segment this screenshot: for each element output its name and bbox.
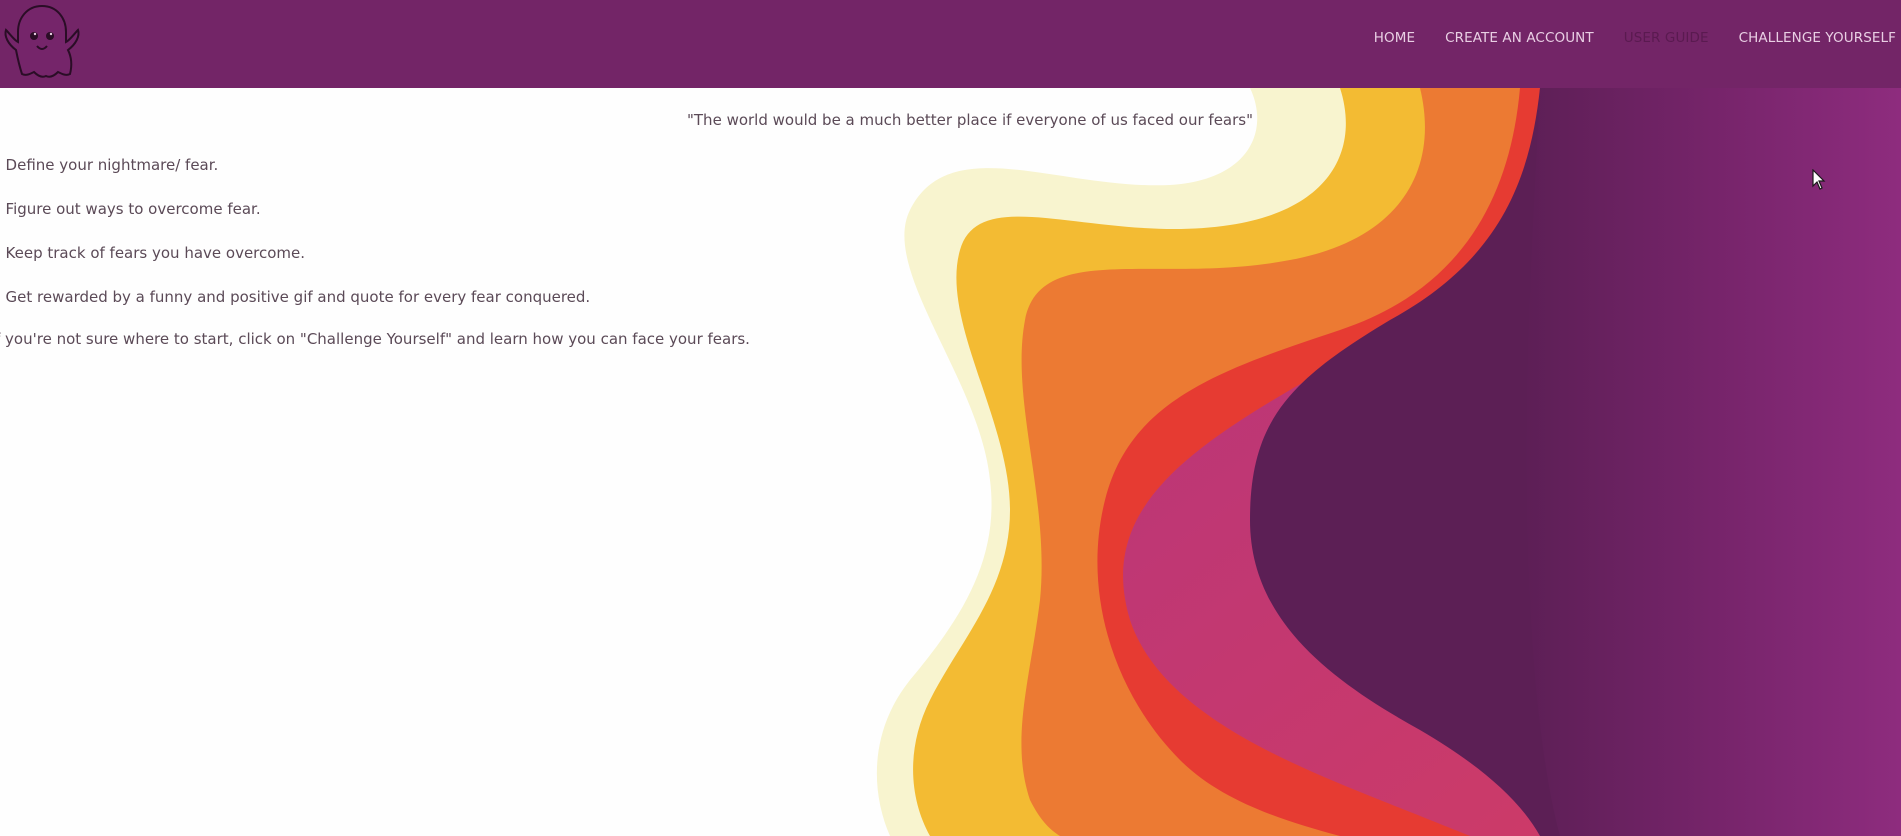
nav-links: HOME CREATE AN ACCOUNT USER GUIDE CHALLE…	[1359, 30, 1901, 50]
fear-quote: "The world would be a much better place …	[687, 111, 1253, 129]
mouse-cursor-icon	[1812, 169, 1826, 190]
step-item: . Get rewarded by a funny and positive g…	[0, 288, 591, 306]
step-item: . Keep track of fears you have overcome.	[0, 244, 306, 262]
top-navbar: HOME CREATE AN ACCOUNT USER GUIDE CHALLE…	[0, 0, 1901, 88]
nav-home-link[interactable]: HOME	[1359, 30, 1430, 50]
nav-user-guide-link[interactable]: USER GUIDE	[1609, 30, 1724, 50]
getting-started-text: f you're not sure where to start, click …	[0, 330, 750, 348]
ghost-logo-icon[interactable]	[0, 0, 84, 82]
page: HOME CREATE AN ACCOUNT USER GUIDE CHALLE…	[0, 0, 1901, 836]
step-item: . Figure out ways to overcome fear.	[0, 200, 261, 218]
step-item: . Define your nightmare/ fear.	[0, 156, 219, 174]
nav-challenge-yourself-link[interactable]: CHALLENGE YOURSELF	[1724, 30, 1901, 50]
user-guide-steps: . Define your nightmare/ fear. . Figure …	[0, 154, 590, 330]
nav-create-account-link[interactable]: CREATE AN ACCOUNT	[1430, 30, 1609, 50]
